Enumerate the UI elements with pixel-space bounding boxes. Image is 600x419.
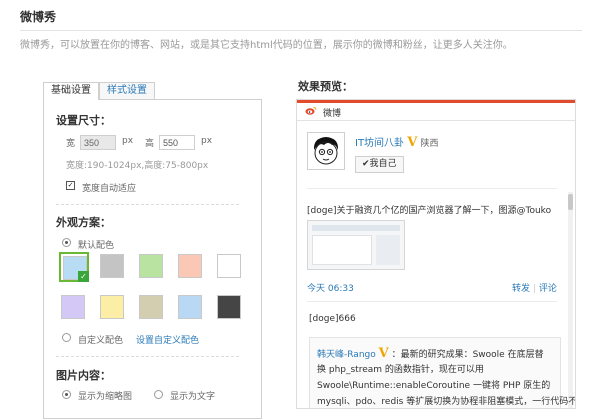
color-swatch-fill [217,254,241,278]
color-swatch-fill [100,295,124,319]
user-location: 陕西 [420,139,439,149]
page-title: 微博秀 [20,10,57,24]
thumb-radio[interactable] [62,390,71,399]
preview-scrollbar[interactable] [568,192,573,408]
feed-divider [307,188,557,189]
custom-color-radio[interactable] [62,333,71,342]
post-time[interactable]: 今天 06:33 [307,281,354,294]
text-label: 显示为文字 [170,392,216,402]
follow-button[interactable]: ✔我自己 [355,156,404,173]
size-range-hint: 宽度:190-1024px,高度:75-800px [66,161,209,171]
color-swatch[interactable]: ✓ [59,252,89,282]
header-divider [20,30,582,31]
user-name-text: IT坊间八卦 [355,138,405,149]
color-swatch[interactable] [137,252,167,282]
color-swatch-fill [61,295,85,319]
height-input[interactable] [159,135,195,150]
color-swatch[interactable] [176,252,206,282]
avatar[interactable] [307,132,345,170]
post-text: [doge]关于融资几个亿的国产浏览器了解一下，图源@Touko [307,206,552,216]
thumbnail-side [376,235,400,265]
width-unit: px [122,136,134,146]
text-radio[interactable] [154,390,163,399]
section-divider [56,356,239,357]
auto-width-checkbox[interactable]: ✓ [66,181,75,190]
color-swatch[interactable] [176,293,206,323]
page-description: 微博秀，可以放置在你的博客、网站，或是其它支持html代码的位置，展示你的微博和… [20,40,513,51]
thumbnail-bar [312,225,400,231]
color-swatch-fill [178,254,202,278]
color-swatch-fill [139,254,163,278]
preview-header-title: 微博 [323,109,342,119]
verified-badge-icon: V [378,346,389,361]
user-name[interactable]: IT坊间八卦 V 陕西 [355,134,439,150]
section-divider [56,204,239,205]
custom-color-label: 自定义配色 [78,336,124,346]
preview-scroll-thumb[interactable] [568,194,573,210]
width-label: 宽 [66,139,76,149]
color-swatch[interactable] [215,293,245,323]
color-swatch[interactable] [59,293,89,323]
checkmark-icon: ✔ [362,159,370,169]
post-thumbnail[interactable] [307,220,405,270]
verified-badge-icon: V [407,135,418,150]
quote-line: 韩天峰-Rango V ：最新的研究成果：Swoole 在底层替 [317,346,544,363]
height-unit: px [201,136,213,146]
width-input[interactable] [80,135,116,150]
selected-check-icon: ✓ [78,271,89,282]
image-section-title: 图片内容： [56,369,111,382]
avatar-face-icon [313,137,339,165]
default-color-label: 默认配色 [78,241,115,251]
thumbnail-content [312,235,372,265]
quote-line-text: ：最新的研究成果：Swoole 在底层替 [391,350,544,360]
color-swatch-fill [217,295,241,319]
tab-style-settings[interactable]: 样式设置 [99,82,155,99]
follow-button-label: 我自己 [369,159,397,169]
color-swatch-fill [100,254,124,278]
post-actions: 转发 | 评论 [512,281,557,294]
color-swatch-fill [139,295,163,319]
color-swatch[interactable] [137,293,167,323]
quote-line: Swoole\Runtime::enableCoroutine 一键将 PHP … [317,381,551,391]
custom-color-link[interactable]: 设置自定义配色 [136,333,199,346]
quote-line: 换 php_stream 的函数指针，现在可以用 [317,365,484,375]
default-color-radio[interactable] [62,238,71,247]
auto-width-label: 宽度自动适应 [82,184,137,194]
preview-label: 效果预览： [298,80,353,93]
appearance-section-title: 外观方案： [56,216,111,229]
tab-basic-settings[interactable]: 基础设置 [43,82,99,100]
color-swatch-fill [178,295,202,319]
action-separator: | [532,284,536,294]
size-section-title: 设置尺寸： [56,114,111,127]
comment-link[interactable]: 评论 [539,284,557,294]
height-label: 高 [145,139,155,149]
repost-link[interactable]: 转发 [512,284,530,294]
preview-widget: 微博 IT坊间八卦 V 陕西 ✔我自己 [doge]关于融资几个亿的国产浏览器了… [296,99,576,409]
quote-user-link[interactable]: 韩天峰-Rango [317,350,376,360]
thumb-label: 显示为缩略图 [78,392,133,402]
quote-line: mysqli、pdo、redis 等扩展切换为协程非阻塞模式，一行代码不 [317,397,576,407]
color-swatch[interactable] [98,252,128,282]
post-text: [doge]666 [309,314,356,324]
color-swatch[interactable] [215,252,245,282]
feed-divider [307,301,557,302]
color-swatch[interactable] [98,293,128,323]
weibo-logo-icon [305,106,317,115]
